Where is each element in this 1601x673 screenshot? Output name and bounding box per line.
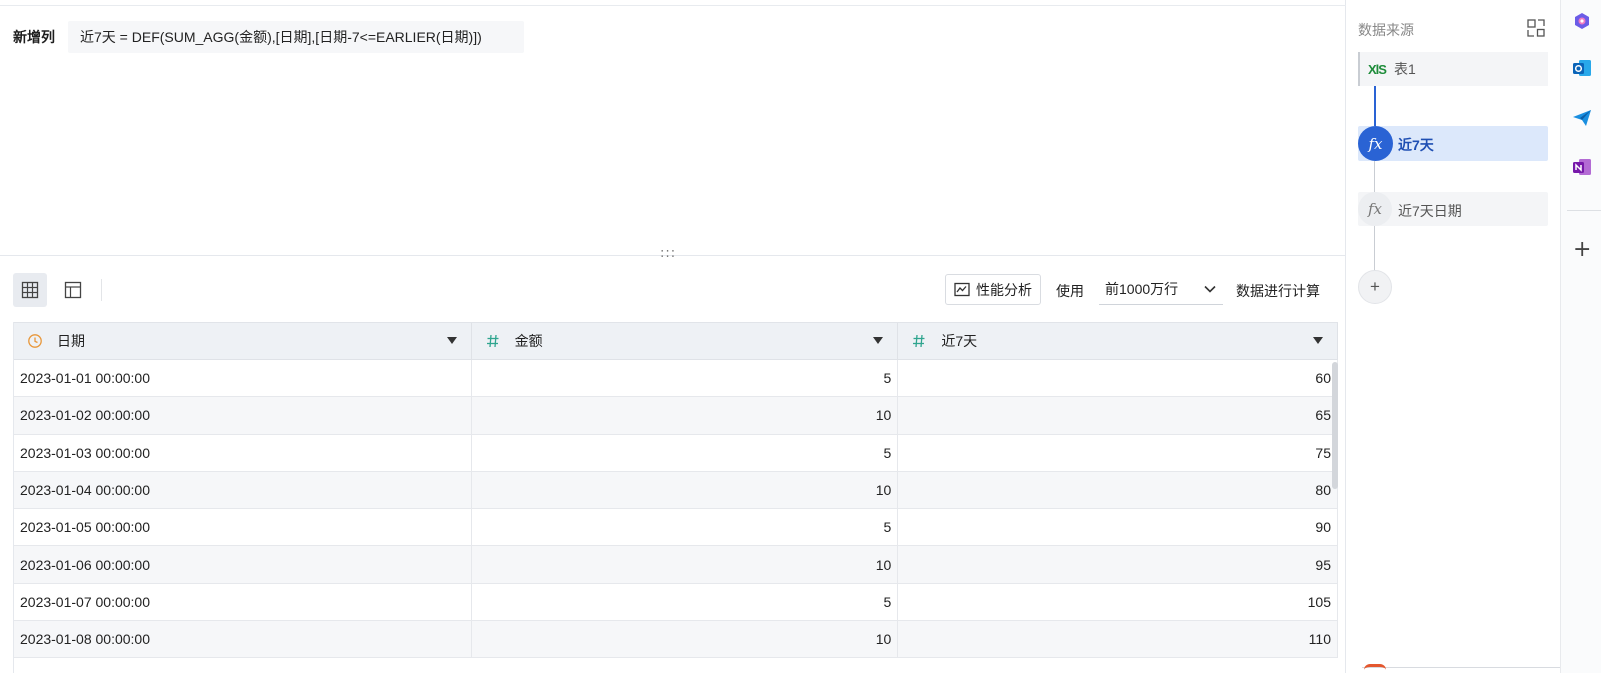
last-7-days-cell: 75: [898, 434, 1338, 471]
row-limit-value: 前1000万行: [1105, 281, 1179, 297]
amount-cell: 5: [472, 360, 899, 397]
excel-icon: XlS: [1368, 61, 1387, 77]
column-header-label: 日期: [57, 333, 85, 349]
last-7-days-cell: 80: [898, 471, 1338, 509]
use-label: 使用: [1056, 283, 1084, 299]
date-cell: 2023-01-05 00:00:00: [14, 509, 472, 546]
table-row[interactable]: 2023-01-03 00:00:00 5 75: [14, 434, 1338, 472]
last-7-days-cell: 60: [898, 360, 1338, 397]
source-table-node[interactable]: XlS 表1: [1358, 52, 1548, 86]
panel-title: 数据来源: [1358, 22, 1414, 38]
table-row[interactable]: 2023-01-06 00:00:00 10 95: [14, 546, 1338, 584]
column-header-label: 近7天: [941, 333, 978, 349]
performance-analysis-button[interactable]: 性能分析: [945, 274, 1041, 305]
last-7-days-cell: 95: [898, 546, 1338, 583]
column-header-amount[interactable]: 金额: [472, 323, 899, 359]
chart-monitor-icon: [954, 282, 970, 296]
chevron-down-icon: [1204, 285, 1216, 293]
amount-cell: 10: [472, 621, 899, 658]
table-row[interactable]: 2023-01-05 00:00:00 5 90: [14, 509, 1338, 547]
add-step-button[interactable]: +: [1358, 270, 1392, 304]
amount-cell: 5: [472, 583, 899, 621]
last-7-days-cell: 65: [898, 397, 1338, 434]
expand-icon[interactable]: [1526, 18, 1546, 38]
onenote-icon[interactable]: [1570, 155, 1594, 179]
app-sidebar-divider: [1567, 210, 1601, 211]
function-icon: fx: [1358, 126, 1393, 161]
step-label: 近7天: [1398, 137, 1434, 153]
hash-icon: [484, 334, 502, 348]
panel-bottom-divider: [1362, 667, 1560, 668]
top-divider: [0, 0, 1346, 6]
date-cell: 2023-01-01 00:00:00: [14, 360, 472, 397]
step-node-last-7-days-date[interactable]: fx 近7天日期: [1358, 192, 1548, 226]
orange-mark-icon: [1364, 664, 1386, 673]
table-row[interactable]: 2023-01-08 00:00:00 10 110: [14, 621, 1338, 659]
data-source-panel: 数据来源 XlS 表1 fx 近7天 fx 近7天日期 +: [1346, 0, 1560, 673]
layout-view-button[interactable]: [56, 273, 90, 307]
column-header-date[interactable]: 日期: [14, 323, 472, 359]
copilot-icon[interactable]: [1570, 10, 1594, 34]
last-7-days-cell: 90: [898, 509, 1338, 546]
compute-label: 数据进行计算: [1236, 283, 1320, 299]
splitter-handle[interactable]: :::: [660, 246, 676, 261]
app-sidebar: +: [1560, 0, 1601, 673]
outlook-icon[interactable]: [1570, 56, 1594, 80]
date-cell: 2023-01-08 00:00:00: [14, 621, 472, 658]
grid-view-button[interactable]: [13, 273, 47, 307]
step-label: 近7天日期: [1398, 203, 1462, 219]
hash-icon: [910, 334, 928, 348]
table-row[interactable]: 2023-01-07 00:00:00 5 105: [14, 583, 1338, 622]
amount-cell: 10: [472, 471, 899, 509]
clock-icon: [26, 333, 44, 349]
main-area: 新增列 近7天 = DEF(SUM_AGG(金额),[日期],[日期-7<=EA…: [0, 0, 1346, 673]
column-header-last-7-days[interactable]: 近7天: [898, 323, 1338, 359]
function-icon: fx: [1358, 192, 1392, 226]
toolbar-divider: [101, 279, 102, 301]
row-limit-select[interactable]: 前1000万行: [1099, 274, 1223, 305]
grid-icon: [21, 281, 39, 299]
amount-cell: 5: [472, 509, 899, 546]
date-cell: 2023-01-04 00:00:00: [14, 471, 472, 509]
amount-cell: 5: [472, 434, 899, 471]
column-header-label: 金额: [514, 333, 543, 349]
performance-analysis-label: 性能分析: [976, 281, 1032, 298]
step-connector-active: [1374, 86, 1376, 128]
table-row[interactable]: 2023-01-04 00:00:00 10 80: [14, 471, 1338, 510]
data-table: 日期 金额 近7天 2023-01-01 00:00:00 5 60 2023-…: [13, 322, 1338, 673]
table-row[interactable]: 2023-01-02 00:00:00 10 65: [14, 397, 1338, 435]
caret-down-icon[interactable]: [873, 337, 884, 344]
source-table-label: 表1: [1393, 61, 1416, 77]
amount-cell: 10: [472, 397, 899, 434]
date-cell: 2023-01-07 00:00:00: [14, 583, 472, 621]
date-cell: 2023-01-02 00:00:00: [14, 397, 472, 434]
amount-cell: 10: [472, 546, 899, 583]
step-node-last-7-days[interactable]: fx 近7天: [1358, 126, 1548, 161]
date-cell: 2023-01-06 00:00:00: [14, 546, 472, 583]
table-row[interactable]: 2023-01-01 00:00:00 5 60: [14, 360, 1338, 398]
layout-icon: [64, 281, 82, 299]
table-scrollbar[interactable]: [1332, 362, 1338, 489]
caret-down-icon[interactable]: [446, 337, 457, 344]
last-7-days-cell: 110: [898, 621, 1338, 658]
table-body: 2023-01-01 00:00:00 5 60 2023-01-02 00:00:…: [14, 360, 1338, 659]
send-icon[interactable]: [1570, 106, 1594, 130]
formula-label: 新增列: [13, 29, 55, 45]
add-app-button[interactable]: +: [1573, 237, 1591, 262]
table-header: 日期 金额 近7天: [14, 322, 1338, 360]
last-7-days-cell: 105: [898, 583, 1338, 621]
date-cell: 2023-01-03 00:00:00: [14, 434, 472, 471]
caret-down-icon[interactable]: [1313, 337, 1323, 344]
formula-editor[interactable]: 近7天 = DEF(SUM_AGG(金额),[日期],[日期-7<=EARLIE…: [68, 21, 524, 53]
